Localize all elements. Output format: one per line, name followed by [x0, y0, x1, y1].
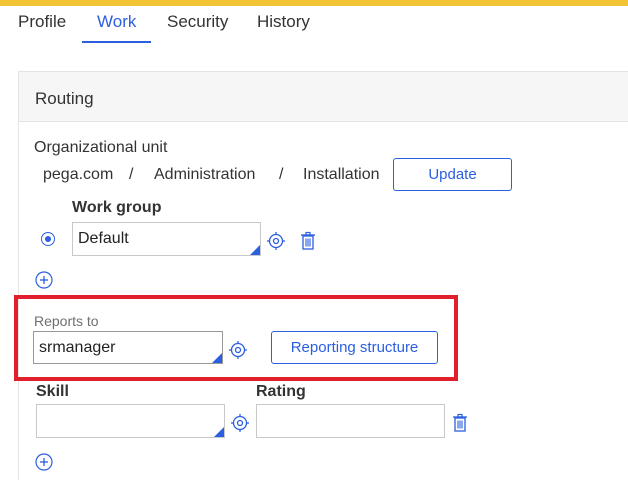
work-group-label: Work group: [72, 199, 162, 216]
autocomplete-corner: [250, 245, 260, 255]
target-icon[interactable]: [230, 413, 250, 433]
work-group-input[interactable]: Default: [72, 222, 261, 256]
reports-to-label: Reports to: [34, 313, 99, 329]
autocomplete-corner: [212, 353, 222, 363]
trash-icon[interactable]: [451, 413, 469, 433]
target-icon[interactable]: [228, 340, 248, 360]
org-unit-label: Organizational unit: [34, 139, 168, 156]
rating-input[interactable]: [256, 404, 445, 438]
org-path-separator: /: [279, 166, 284, 183]
autocomplete-corner: [214, 427, 224, 437]
work-group-value: Default: [78, 230, 129, 247]
routing-header: Routing: [19, 72, 628, 122]
org-path-separator: /: [129, 166, 134, 183]
rating-label: Rating: [256, 383, 306, 400]
add-work-group-plus-circle-icon[interactable]: [35, 271, 53, 289]
skill-input[interactable]: [36, 404, 225, 438]
target-icon[interactable]: [266, 231, 286, 251]
skill-label: Skill: [36, 383, 69, 400]
tab-history[interactable]: History: [257, 12, 310, 32]
tab-profile[interactable]: Profile: [18, 12, 66, 32]
org-path-company: pega.com: [43, 166, 114, 183]
trash-icon[interactable]: [299, 231, 317, 251]
reporting-structure-button[interactable]: Reporting structure: [271, 331, 438, 364]
tab-security[interactable]: Security: [167, 12, 228, 32]
update-button[interactable]: Update: [393, 158, 512, 191]
routing-title: Routing: [35, 89, 94, 108]
active-tab-indicator: [82, 41, 151, 43]
reports-to-input[interactable]: srmanager: [33, 331, 223, 364]
add-skill-plus-circle-icon[interactable]: [35, 453, 53, 471]
org-path-unit: Installation: [303, 166, 380, 183]
default-work-group-radio[interactable]: [41, 232, 55, 246]
org-path-division: Administration: [154, 166, 256, 183]
tab-bar: Profile Work Security History: [0, 6, 628, 44]
tab-work[interactable]: Work: [97, 12, 136, 32]
reports-to-value: srmanager: [39, 339, 116, 356]
